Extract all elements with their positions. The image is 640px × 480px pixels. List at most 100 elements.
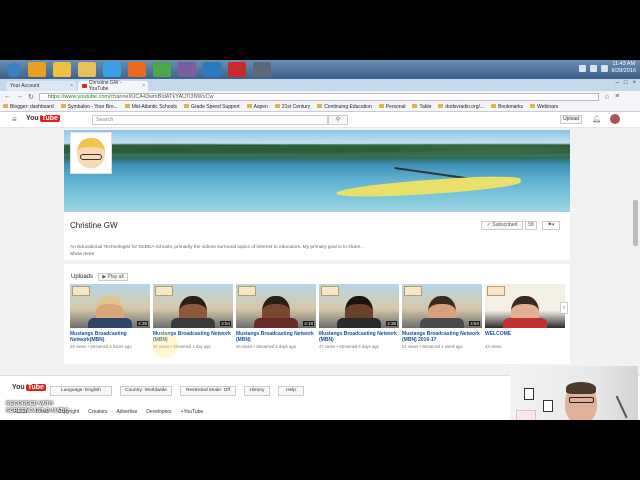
pin-icon[interactable] — [53, 62, 71, 77]
bookmark-item[interactable]: Continuing Education — [317, 104, 372, 110]
folder-icon — [60, 104, 66, 109]
logo-tube: Tube — [25, 384, 46, 391]
folder-icon[interactable] — [78, 62, 96, 77]
bookmark-item[interactable]: 21st Century — [274, 104, 310, 110]
bookmark-item[interactable]: Symbaloo - Your Bro... — [60, 104, 118, 110]
channel-avatar[interactable] — [70, 132, 112, 174]
bookmark-item[interactable]: Bookmarks — [491, 104, 523, 110]
tab-youtube-channel[interactable]: Christine GW - YouTube × — [78, 80, 148, 92]
bookmark-item[interactable]: Grade Speed Support — [183, 104, 240, 110]
play-all-button[interactable]: ▶ Play all — [98, 273, 128, 281]
folder-icon — [246, 104, 252, 109]
bookmark-item[interactable]: Aspen — [246, 104, 268, 110]
thumbnail-shirt — [503, 318, 547, 328]
footer-link[interactable]: Developers — [146, 409, 171, 415]
bookmark-item[interactable]: dodsvradio.org/... — [438, 104, 484, 110]
video-thumbnail[interactable] — [485, 284, 565, 328]
video-age: Streamed 1 day ago — [173, 344, 211, 349]
back-icon[interactable]: ← — [4, 93, 11, 100]
video-thumbnail[interactable]: 4:38 — [319, 284, 399, 328]
footer-link[interactable]: Creators — [88, 409, 107, 415]
flag-icon[interactable] — [600, 64, 608, 72]
youtube-favicon-icon — [82, 84, 87, 88]
tab-label: Your Account — [10, 83, 40, 89]
flag-icon[interactable]: ⚑▾ — [542, 221, 560, 230]
ie-icon[interactable] — [103, 62, 121, 77]
search-input[interactable]: Search — [92, 115, 328, 125]
start-orb-icon[interactable] — [7, 62, 21, 77]
help-button[interactable]: Help — [278, 386, 304, 396]
url-path: channel/UCA43wmBIdATkYAUTi3NWvCw — [110, 93, 214, 100]
firefox-icon[interactable] — [128, 62, 146, 77]
close-icon[interactable]: × — [70, 83, 73, 89]
tab-your-account[interactable]: Your Account × — [6, 81, 76, 91]
bookmark-item[interactable]: Webinars — [530, 104, 558, 110]
banner-kayak — [335, 173, 522, 201]
video-title[interactable]: Mustangs Broadcasting Network(MBN) — [70, 331, 150, 343]
reload-icon[interactable]: ↻ — [28, 93, 34, 101]
uploads-title[interactable]: Uploads — [71, 274, 93, 280]
restricted-mode-button[interactable]: Restricted Mode: Off — [180, 386, 236, 396]
pdf-icon[interactable] — [228, 62, 246, 77]
video-card[interactable]: 4:54 Mustangs Broadcasting Network (MBN) … — [402, 284, 482, 349]
show-more-link[interactable]: Show more — [70, 252, 94, 257]
minimize-icon[interactable]: – — [616, 80, 619, 86]
bookmark-item[interactable]: Mid-Atlantic Schools — [124, 104, 177, 110]
monitor-icon[interactable] — [253, 62, 271, 77]
play-all-label: Play all — [107, 274, 124, 280]
country-button[interactable]: Country: Worldwide — [120, 386, 172, 396]
video-title[interactable]: WELCOME — [485, 331, 565, 343]
video-thumbnail[interactable]: 4:18 — [236, 284, 316, 328]
folder-icon — [274, 104, 280, 109]
video-thumbnail[interactable]: 4:38 — [70, 284, 150, 328]
close-window-icon[interactable]: × — [632, 80, 636, 86]
system-tray: 11:43 AM 8/28/2016 — [578, 61, 636, 75]
person-icon[interactable] — [178, 62, 196, 77]
folder-icon — [530, 104, 536, 109]
chevron-right-icon[interactable]: › — [560, 302, 568, 314]
video-duration: 4:38 — [137, 321, 148, 326]
video-title[interactable]: Mustangs Broadcasting Network (MBN) — [319, 331, 399, 343]
history-button[interactable]: History — [244, 386, 270, 396]
cursor-highlight — [152, 332, 178, 358]
language-button[interactable]: Language: English — [50, 386, 112, 396]
footer-link[interactable]: +YouTube — [181, 409, 204, 415]
menu-icon[interactable]: ≡ — [615, 93, 619, 100]
lync-icon[interactable] — [203, 62, 221, 77]
folder-icon — [378, 104, 384, 109]
url-field[interactable]: https://www.youtube.com/channel/UCA43wmB… — [38, 92, 599, 101]
video-card[interactable]: 4:38 Mustangs Broadcasting Network (MBN) 4… — [319, 284, 399, 349]
bookmark-item[interactable]: Blogger: dashboard — [3, 104, 54, 110]
logo-you: You — [26, 115, 39, 122]
video-title[interactable]: Mustangs Broadcasting Network (MBN) — [236, 331, 316, 343]
subscribed-button[interactable]: ✓ Subscribed — [481, 221, 523, 230]
star-icon[interactable]: ☆ — [604, 93, 610, 101]
bell-icon[interactable]: 🔔︎ — [592, 115, 601, 123]
outlook-icon[interactable] — [28, 62, 46, 77]
volume-icon[interactable] — [589, 64, 597, 72]
footer-youtube-logo[interactable]: You Tube — [12, 384, 46, 391]
guide-menu-icon[interactable]: ≡ — [12, 116, 17, 124]
video-card[interactable]: 4:38 Mustangs Broadcasting Network(MBN) 29… — [70, 284, 150, 349]
upload-button[interactable]: Upload — [560, 115, 582, 124]
video-thumbnail[interactable]: 4:54 — [402, 284, 482, 328]
close-icon[interactable]: × — [142, 83, 145, 89]
network-icon[interactable] — [578, 64, 586, 72]
scrollbar-thumb[interactable] — [633, 200, 638, 246]
video-card[interactable]: 4:18 Mustangs Broadcasting Network (MBN) 2… — [236, 284, 316, 349]
footer-link[interactable]: Advertise — [116, 409, 137, 415]
search-button[interactable]: ⚲ — [328, 115, 348, 125]
video-list: 4:38 Mustangs Broadcasting Network(MBN) 29… — [70, 284, 565, 349]
video-card[interactable]: WELCOME 43 views — [485, 284, 565, 349]
bookmark-item[interactable]: Personal — [378, 104, 405, 110]
chrome-icon[interactable] — [153, 62, 171, 77]
youtube-logo[interactable]: You Tube — [26, 115, 60, 122]
maximize-icon[interactable]: □ — [624, 80, 628, 86]
video-thumbnail[interactable]: 4:54 — [153, 284, 233, 328]
thumbnail-shirt — [420, 318, 464, 328]
clock[interactable]: 11:43 AM 8/28/2016 — [612, 61, 636, 75]
bookmark-item[interactable]: Table — [412, 104, 431, 110]
forward-icon[interactable]: → — [16, 93, 23, 100]
avatar[interactable] — [610, 114, 620, 124]
video-title[interactable]: Mustangs Broadcasting Network (MBN) 2016… — [402, 331, 482, 343]
